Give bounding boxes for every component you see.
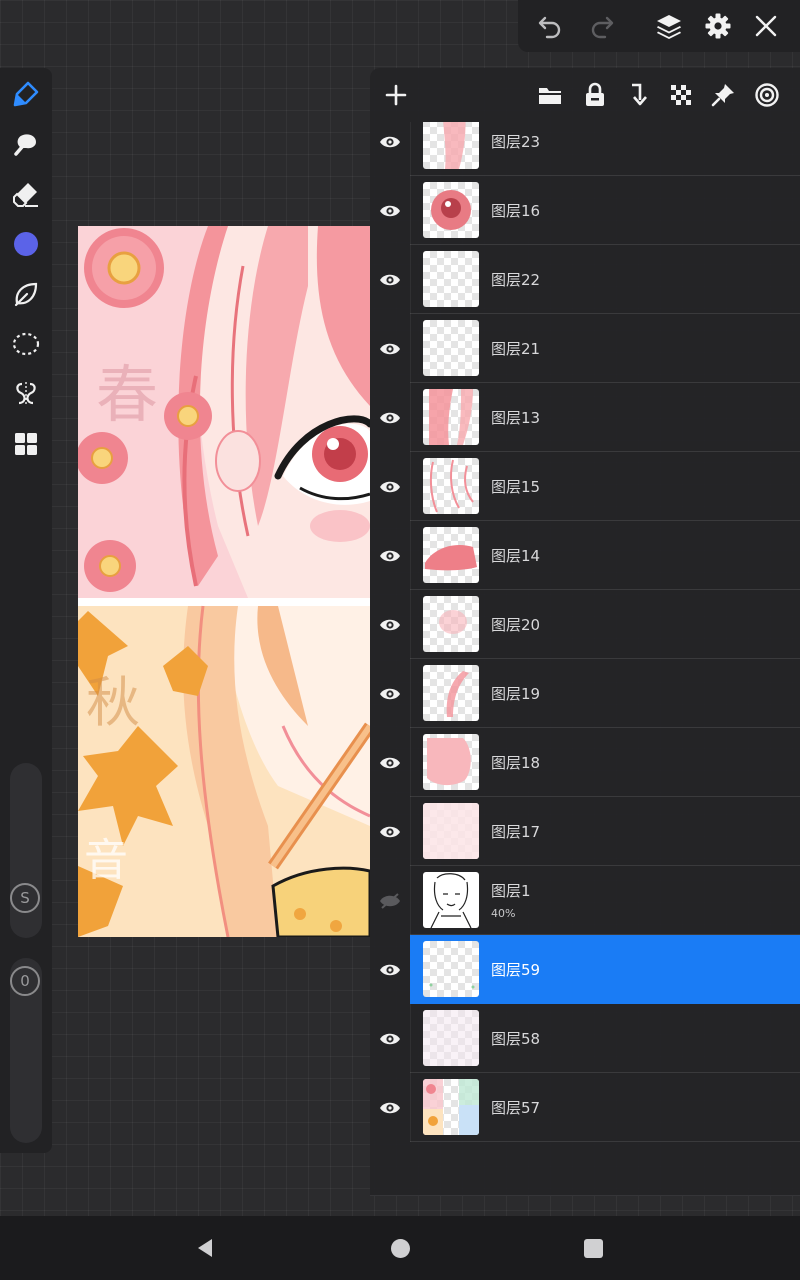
eye-icon[interactable] xyxy=(370,383,411,452)
layer-thumbnail xyxy=(423,1010,479,1066)
eye-icon[interactable] xyxy=(370,935,411,1004)
layer-row[interactable]: 图层20 xyxy=(370,590,800,659)
size-knob[interactable]: S xyxy=(10,883,40,913)
layer-row[interactable]: 图层18 xyxy=(370,728,800,797)
brush-icon[interactable] xyxy=(6,74,46,114)
layer-thumbnail xyxy=(423,872,479,928)
layer-thumbnail xyxy=(423,122,479,169)
layer-row[interactable]: 图层17 xyxy=(370,797,800,866)
layer-row[interactable]: 图层22 xyxy=(370,245,800,314)
canvas-artwork[interactable]: 春 秋 音 xyxy=(78,226,370,937)
redo-icon[interactable] xyxy=(584,8,620,44)
layer-thumbnail xyxy=(423,182,479,238)
layer-row[interactable]: 图层13 xyxy=(370,383,800,452)
eye-icon[interactable] xyxy=(370,122,411,176)
eye-icon[interactable] xyxy=(370,314,411,383)
eraser-icon[interactable] xyxy=(6,174,46,214)
layer-name: 图层16 xyxy=(491,202,541,220)
layer-thumbnail xyxy=(423,734,479,790)
layer-row[interactable]: 图层23 xyxy=(370,122,800,176)
layer-row[interactable]: 图层58 xyxy=(370,1004,800,1073)
layer-row[interactable]: 图层19 xyxy=(370,659,800,728)
layer-name: 图层14 xyxy=(491,547,541,565)
layer-row[interactable]: 图层14 xyxy=(370,521,800,590)
eye-icon[interactable] xyxy=(370,521,411,590)
layers-toolbar xyxy=(370,68,800,122)
layer-name: 图层13 xyxy=(491,409,541,427)
layer-thumbnail xyxy=(423,1079,479,1135)
layer-thumbnail xyxy=(423,941,479,997)
background-layer-row[interactable]: 背景 xyxy=(370,1195,800,1196)
flower-1 xyxy=(84,228,164,308)
layer-thumbnail xyxy=(423,803,479,859)
layer-name: 图层22 xyxy=(491,271,541,289)
layer-thumbnail xyxy=(423,596,479,652)
layer-name: 图层21 xyxy=(491,340,541,358)
layer-name: 图层58 xyxy=(491,1030,541,1048)
smudge-icon[interactable] xyxy=(6,124,46,164)
recents-icon[interactable] xyxy=(578,1233,608,1263)
eye-icon[interactable] xyxy=(370,1073,411,1142)
tool-strip: S 0 xyxy=(0,68,52,1153)
eye-icon[interactable] xyxy=(370,1004,411,1073)
eye-icon[interactable] xyxy=(370,176,411,245)
pin-icon[interactable] xyxy=(706,78,740,112)
layer-name: 图层57 xyxy=(491,1099,541,1117)
layer-row[interactable]: 图层16 xyxy=(370,176,800,245)
eye-hidden-icon[interactable] xyxy=(370,866,411,935)
eye-icon[interactable] xyxy=(370,797,411,866)
fill-icon[interactable] xyxy=(6,274,46,314)
layer-row[interactable]: 图层1 40% xyxy=(370,866,800,935)
layer-name: 图层20 xyxy=(491,616,541,634)
merge-down-icon[interactable] xyxy=(621,78,655,112)
spring-character: 春 xyxy=(96,358,159,431)
gallery-icon[interactable] xyxy=(6,424,46,464)
layer-thumbnail xyxy=(423,320,479,376)
layer-thumbnail xyxy=(423,527,479,583)
eye-icon[interactable] xyxy=(370,659,411,728)
layers-icon[interactable] xyxy=(651,8,687,44)
home-icon[interactable] xyxy=(385,1233,415,1263)
layer-name: 图层15 xyxy=(491,478,541,496)
layer-name: 图层1 xyxy=(491,882,531,900)
layer-thumbnail xyxy=(423,251,479,307)
undo-icon[interactable] xyxy=(532,8,568,44)
folder-icon[interactable] xyxy=(533,78,567,112)
layer-row[interactable]: 图层57 xyxy=(370,1073,800,1142)
lock-icon[interactable] xyxy=(578,78,612,112)
eye-icon[interactable] xyxy=(370,590,411,659)
layer-name: 图层19 xyxy=(491,685,541,703)
layer-name: 图层17 xyxy=(491,823,541,841)
system-nav-bar xyxy=(0,1216,800,1280)
layer-thumbnail xyxy=(423,665,479,721)
add-layer-icon[interactable] xyxy=(379,78,413,112)
layer-list: 图层23 图层16 图层22 图层21 图层13 图层15 图层14 图层20 … xyxy=(370,122,800,1196)
layer-thumbnail xyxy=(423,389,479,445)
settings-icon[interactable] xyxy=(700,8,736,44)
layer-opacity: 40% xyxy=(491,907,516,920)
layer-thumbnail xyxy=(423,458,479,514)
eye-icon[interactable] xyxy=(370,1195,410,1196)
color-icon[interactable] xyxy=(6,224,46,264)
layer-name: 图层18 xyxy=(491,754,541,772)
opacity-knob[interactable]: 0 xyxy=(10,966,40,996)
layers-panel: 图层23 图层16 图层22 图层21 图层13 图层15 图层14 图层20 … xyxy=(370,68,800,1196)
eye-icon[interactable] xyxy=(370,452,411,521)
layer-name: 图层23 xyxy=(491,133,541,151)
autumn-character: 秋 xyxy=(86,671,140,734)
eye-icon[interactable] xyxy=(370,245,411,314)
back-icon[interactable] xyxy=(190,1233,220,1263)
layer-row[interactable]: 图层15 xyxy=(370,452,800,521)
blend-icon[interactable] xyxy=(750,78,784,112)
third-character: 音 xyxy=(84,835,128,886)
lasso-icon[interactable] xyxy=(6,324,46,364)
layer-name: 图层59 xyxy=(491,961,541,979)
close-icon[interactable] xyxy=(748,8,784,44)
eye-icon[interactable] xyxy=(370,728,411,797)
symmetry-icon[interactable] xyxy=(6,374,46,414)
layer-row[interactable]: 图层21 xyxy=(370,314,800,383)
checker-icon[interactable] xyxy=(664,78,698,112)
top-toolbar xyxy=(518,0,800,52)
layer-row-selected[interactable]: 图层59 xyxy=(370,935,800,1004)
